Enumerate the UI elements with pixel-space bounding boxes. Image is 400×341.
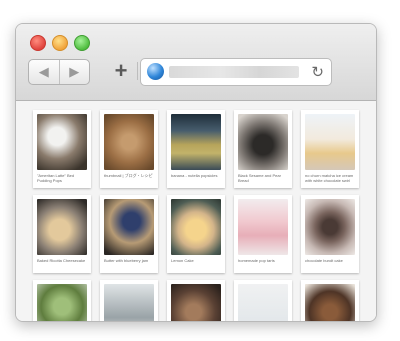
pin-photo <box>104 199 154 255</box>
pin-card[interactable] <box>33 280 91 321</box>
pin-caption: chocolate bundt cake <box>305 258 343 263</box>
pin-card[interactable] <box>234 280 292 321</box>
pin-card[interactable]: Baked Ricotta Cheesecake <box>33 195 91 273</box>
pin-caption: no churn matcha ice cream with white cho… <box>305 173 354 183</box>
pin-photo <box>305 284 355 321</box>
pin-card[interactable]: "Ameritan Latte" Bed Pudding Pops <box>33 110 91 188</box>
pin-photo <box>37 114 87 170</box>
plus-icon[interactable]: + <box>111 60 131 82</box>
pin-card[interactable]: homemade pop tarts <box>234 195 292 273</box>
pin-photo <box>171 199 221 255</box>
pin-photo <box>37 284 87 321</box>
pin-card[interactable]: banana - nutella popsicles <box>167 110 225 188</box>
pin-photo <box>305 199 355 255</box>
pin-photo <box>104 284 154 321</box>
browser-window: ◀ ▶ + ↻ "Ameritan Latte" Bed Pudding Pop… <box>15 23 377 322</box>
pin-card[interactable] <box>167 280 225 321</box>
pin-caption: Baked Ricotta Cheesecake <box>37 258 86 263</box>
pin-caption: thumbnail | ブログ・レシピ <box>104 173 153 178</box>
pin-card[interactable] <box>301 280 359 321</box>
pin-photo <box>238 114 288 170</box>
pin-photo <box>238 199 288 255</box>
pin-card[interactable]: chocolate bundt cake <box>301 195 359 273</box>
pin-card[interactable]: no churn matcha ice cream with white cho… <box>301 110 359 188</box>
close-icon[interactable] <box>30 35 46 51</box>
toolbar-divider <box>137 62 138 80</box>
globe-icon <box>147 63 164 80</box>
pin-card[interactable]: Black Sesame and Pear Bread <box>234 110 292 188</box>
pin-caption: banana - nutella popsicles <box>171 173 218 178</box>
pin-photo <box>171 114 221 170</box>
back-icon[interactable]: ◀ <box>29 60 59 84</box>
pin-card[interactable]: Butter with blueberry jam <box>100 195 158 273</box>
blurred-url <box>169 66 299 78</box>
pin-caption: Lemon Cake <box>171 258 194 263</box>
pin-card[interactable]: thumbnail | ブログ・レシピ <box>100 110 158 188</box>
browser-toolbar: ◀ ▶ + ↻ <box>16 24 376 101</box>
pin-card[interactable]: Lemon Cake <box>167 195 225 273</box>
address-bar[interactable]: ↻ <box>140 58 332 86</box>
pin-caption: Butter with blueberry jam <box>104 258 149 263</box>
pin-photo <box>305 114 355 170</box>
pin-caption: homemade pop tarts <box>238 258 275 263</box>
pin-photo <box>37 199 87 255</box>
reload-icon[interactable]: ↻ <box>311 63 324 81</box>
pin-photo <box>238 284 288 321</box>
pin-board: "Ameritan Latte" Bed Pudding Pops thumbn… <box>16 101 376 321</box>
pin-photo <box>171 284 221 321</box>
forward-icon[interactable]: ▶ <box>58 60 90 84</box>
pin-card[interactable] <box>100 280 158 321</box>
pin-photo <box>104 114 154 170</box>
pin-caption: Black Sesame and Pear Bread <box>238 173 281 183</box>
pin-caption: "Ameritan Latte" Bed Pudding Pops <box>37 173 75 183</box>
navigation-buttons: ◀ ▶ <box>28 59 90 85</box>
zoom-icon[interactable] <box>74 35 90 51</box>
minimize-icon[interactable] <box>52 35 68 51</box>
